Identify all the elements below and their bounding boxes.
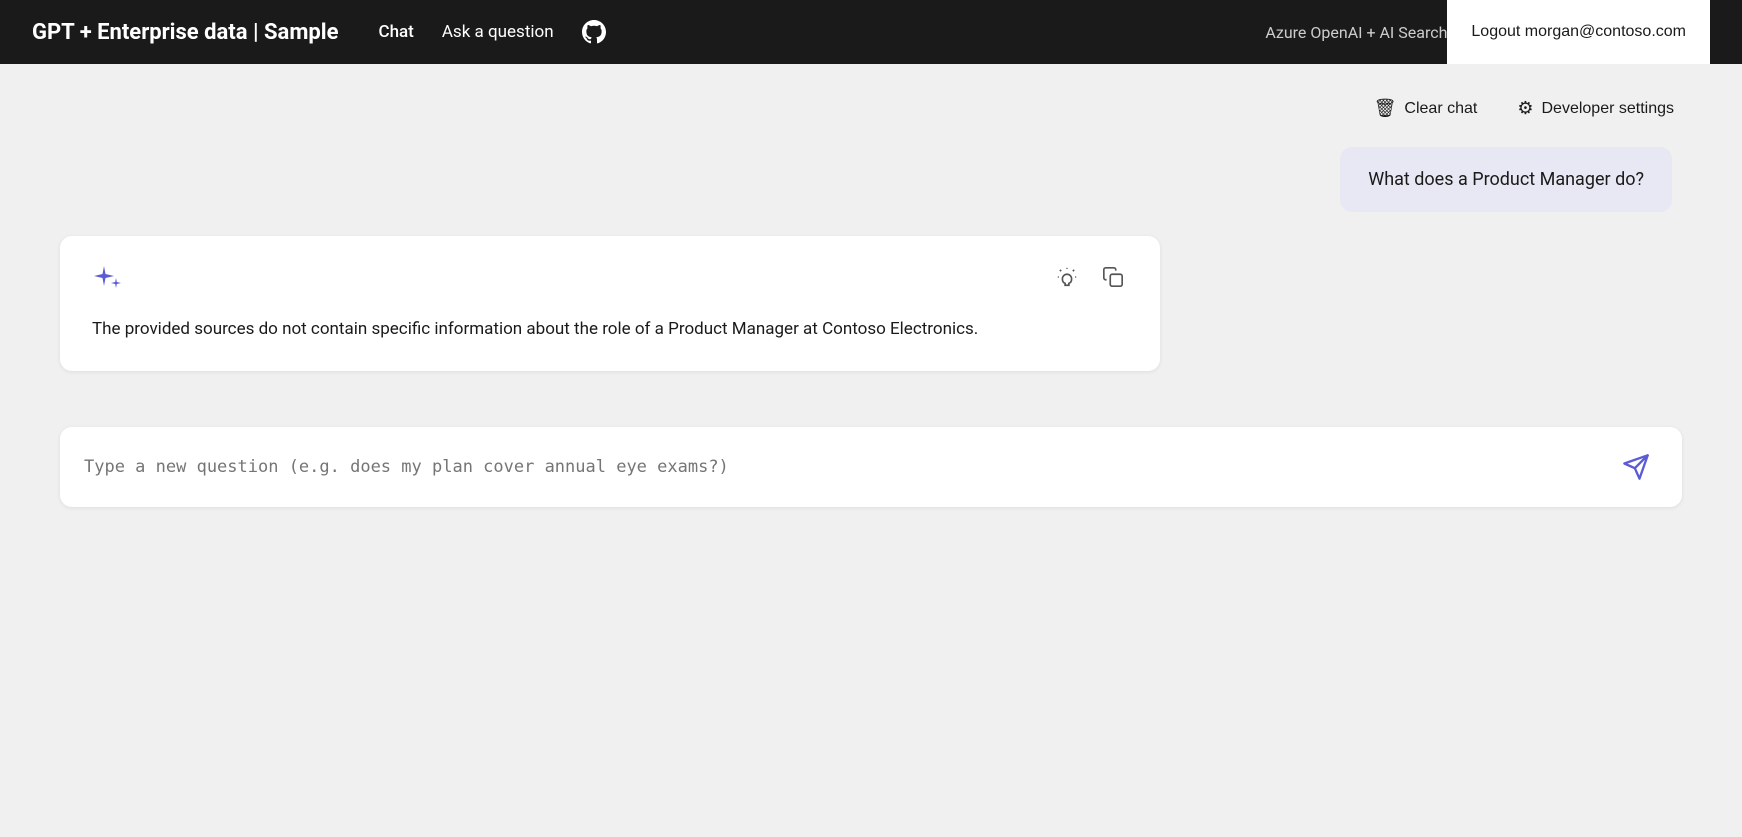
app-title: GPT + Enterprise data | Sample (32, 20, 338, 45)
developer-settings-label: Developer settings (1541, 100, 1674, 118)
github-icon[interactable] (582, 20, 606, 44)
user-message-wrapper: What does a Product Manager do? (60, 147, 1682, 212)
header: GPT + Enterprise data | Sample Chat Ask … (0, 0, 1742, 64)
ai-card-actions (1052, 264, 1128, 296)
sparkle-icon (92, 264, 124, 296)
clear-chat-label: Clear chat (1404, 100, 1477, 118)
ai-card-header (92, 264, 1128, 296)
clipboard-button[interactable] (1098, 264, 1128, 296)
top-actions: 🗑 Clear chat ⚙ Developer settings (60, 84, 1682, 123)
user-bubble: What does a Product Manager do? (1340, 147, 1672, 212)
chat-input[interactable] (84, 457, 1602, 477)
trash-icon: 🗑 (1374, 98, 1397, 119)
clear-chat-button[interactable]: 🗑 Clear chat (1366, 94, 1486, 123)
developer-settings-button[interactable]: ⚙ Developer settings (1509, 94, 1682, 123)
service-label: Azure OpenAI + AI Search (1265, 23, 1447, 42)
logout-button[interactable]: Logout morgan@contoso.com (1447, 0, 1710, 64)
chat-area: What does a Product Manager do? (60, 147, 1682, 797)
gear-icon: ⚙ (1517, 98, 1533, 119)
ai-response-text: The provided sources do not contain spec… (92, 316, 1128, 343)
send-button[interactable] (1614, 449, 1658, 485)
main-nav: Chat Ask a question (378, 20, 1265, 44)
nav-chat[interactable]: Chat (378, 22, 413, 42)
user-message-text: What does a Product Manager do? (1368, 169, 1644, 190)
nav-ask-question[interactable]: Ask a question (442, 22, 554, 42)
lightbulb-button[interactable] (1052, 264, 1082, 296)
input-area (60, 427, 1682, 507)
ai-response-card: The provided sources do not contain spec… (60, 236, 1160, 371)
main-content: 🗑 Clear chat ⚙ Developer settings What d… (0, 64, 1742, 837)
